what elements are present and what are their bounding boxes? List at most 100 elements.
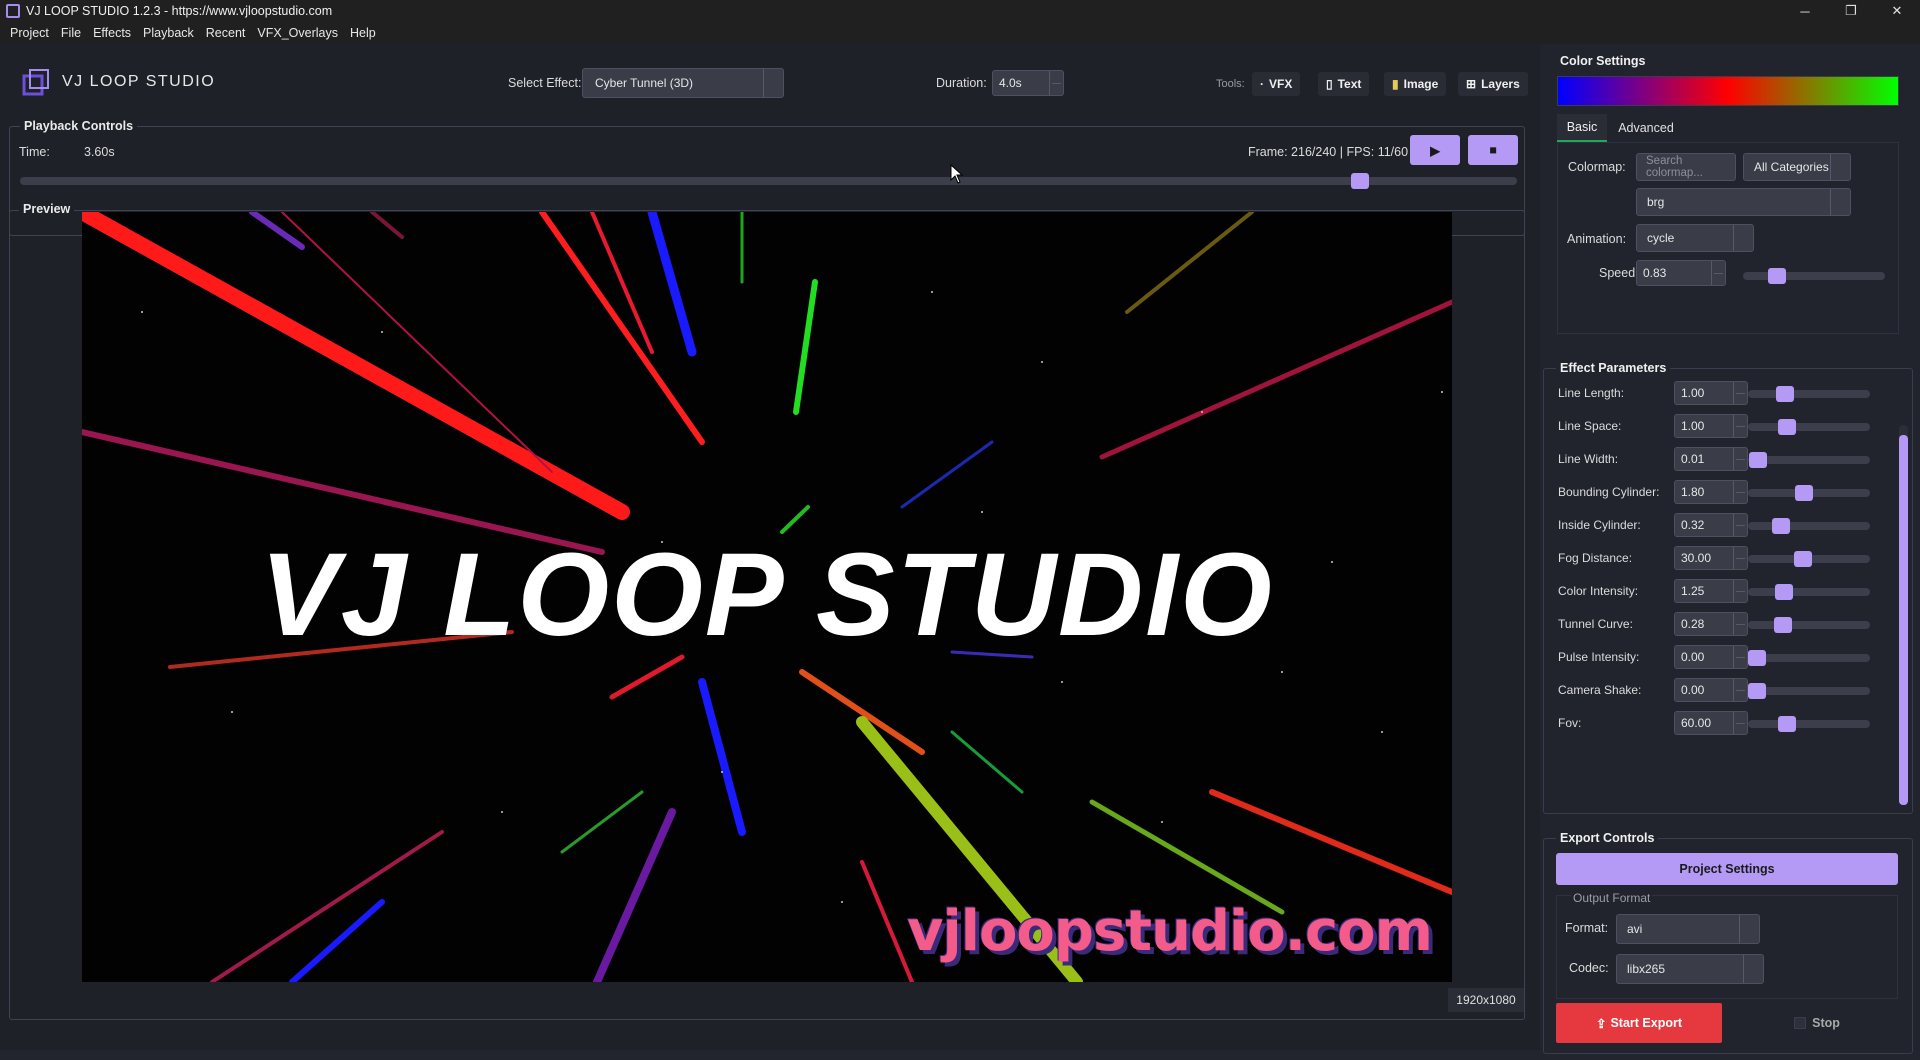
menu-vfx-overlays[interactable]: VFX_Overlays (251, 26, 344, 40)
param-input[interactable]: 1.00 (1674, 414, 1748, 438)
param-input[interactable]: 30.00 (1674, 546, 1748, 570)
preview-canvas[interactable]: VJ LOOP STUDIO vjloopstudio.com (82, 212, 1452, 982)
param-slider-handle[interactable] (1774, 617, 1792, 633)
param-input[interactable]: 0.00 (1674, 645, 1748, 669)
param-slider[interactable] (1748, 386, 1870, 402)
preview-title: Preview (19, 202, 75, 216)
minimize-button[interactable]: ─ (1782, 0, 1828, 22)
param-slider-handle[interactable] (1795, 485, 1813, 501)
colormap-search-input[interactable]: Search colormap... (1636, 153, 1736, 181)
play-icon: ▶ (1430, 143, 1440, 158)
spin-arrows-icon[interactable] (1733, 613, 1747, 635)
param-input[interactable]: 0.28 (1674, 612, 1748, 636)
param-input[interactable]: 1.00 (1674, 381, 1748, 405)
speed-input[interactable]: 0.83 (1636, 260, 1726, 286)
param-input[interactable]: 0.00 (1674, 678, 1748, 702)
param-label: Inside Cylinder: (1558, 518, 1641, 532)
spin-arrows-icon[interactable] (1733, 481, 1747, 503)
animation-select[interactable]: cycle (1636, 224, 1754, 252)
param-slider-handle[interactable] (1772, 518, 1790, 534)
category-select[interactable]: All Categories (1743, 153, 1851, 181)
param-slider[interactable] (1748, 650, 1870, 666)
spin-arrows-icon[interactable] (1733, 514, 1747, 536)
export-controls-panel: Export Controls Project Settings Output … (1543, 831, 1913, 1054)
param-slider-handle[interactable] (1778, 419, 1796, 435)
param-value: 1.00 (1681, 386, 1705, 400)
colormap-select[interactable]: brg (1636, 188, 1851, 216)
window-controls: ─ ❐ ✕ (1782, 0, 1920, 22)
param-input[interactable]: 0.32 (1674, 513, 1748, 537)
spin-arrows-icon[interactable] (1733, 646, 1747, 668)
window-title: VJ LOOP STUDIO 1.2.3 - https://www.vjloo… (26, 4, 333, 18)
vfx-button[interactable]: · VFX (1252, 72, 1301, 96)
main-content: VJ LOOP STUDIO Select Effect: Cyber Tunn… (0, 44, 1920, 1054)
param-slider-handle[interactable] (1778, 716, 1796, 732)
tab-basic[interactable]: Basic (1557, 114, 1607, 142)
spin-arrows-icon[interactable] (1733, 448, 1747, 470)
format-select[interactable]: avi (1616, 914, 1760, 944)
play-button[interactable]: ▶ (1410, 135, 1460, 165)
spin-arrows-icon[interactable] (1733, 415, 1747, 437)
param-slider[interactable] (1748, 617, 1870, 633)
param-value: 0.01 (1681, 452, 1705, 466)
param-slider[interactable] (1748, 485, 1870, 501)
param-slider[interactable] (1748, 584, 1870, 600)
spin-arrows-icon[interactable] (1733, 712, 1747, 734)
spin-arrows-icon[interactable] (1733, 580, 1747, 602)
param-slider[interactable] (1748, 551, 1870, 567)
start-export-button[interactable]: ⇪ Start Export (1556, 1003, 1722, 1043)
title-bar: VJ LOOP STUDIO 1.2.3 - https://www.vjloo… (0, 0, 1920, 22)
parameters-scrollbar-thumb[interactable] (1899, 435, 1908, 805)
param-slider[interactable] (1748, 452, 1870, 468)
layers-button[interactable]: ⊞ Layers (1458, 72, 1528, 96)
param-slider-handle[interactable] (1749, 452, 1767, 468)
param-slider-handle[interactable] (1748, 683, 1766, 699)
close-button[interactable]: ✕ (1874, 0, 1920, 22)
spin-arrows-icon[interactable] (1711, 261, 1725, 285)
spin-arrows-icon[interactable] (1733, 679, 1747, 701)
param-input[interactable]: 1.25 (1674, 579, 1748, 603)
tab-advanced[interactable]: Advanced (1611, 114, 1681, 142)
text-button[interactable]: ▯ Text (1318, 72, 1370, 96)
chevron-down-icon (1830, 189, 1850, 215)
spin-arrows-icon[interactable] (1049, 71, 1063, 95)
param-slider-handle[interactable] (1775, 584, 1793, 600)
param-slider[interactable] (1748, 419, 1870, 435)
codec-select[interactable]: libx265 (1616, 954, 1764, 984)
menu-playback[interactable]: Playback (137, 26, 200, 40)
timeline-slider[interactable] (20, 173, 1517, 189)
param-slider[interactable] (1748, 683, 1870, 699)
app-icon (6, 4, 20, 18)
menu-effects[interactable]: Effects (87, 26, 137, 40)
stop-export-button[interactable]: Stop (1734, 1003, 1900, 1043)
image-icon: ▮ (1392, 77, 1399, 91)
export-controls-title: Export Controls (1556, 831, 1659, 845)
param-slider-handle[interactable] (1748, 650, 1766, 666)
spin-arrows-icon[interactable] (1733, 382, 1747, 404)
param-label: Line Space: (1558, 419, 1622, 433)
param-input[interactable]: 0.01 (1674, 447, 1748, 471)
param-input[interactable]: 60.00 (1674, 711, 1748, 735)
param-input[interactable]: 1.80 (1674, 480, 1748, 504)
menu-project[interactable]: Project (4, 26, 55, 40)
colormap-select-value: brg (1647, 195, 1665, 209)
speed-slider-handle[interactable] (1768, 268, 1786, 284)
param-slider[interactable] (1748, 518, 1870, 534)
spin-arrows-icon[interactable] (1733, 547, 1747, 569)
param-slider-handle[interactable] (1794, 551, 1812, 567)
parameters-scrollbar[interactable] (1899, 425, 1908, 805)
duration-input[interactable]: 4.0s (992, 70, 1064, 96)
param-slider-handle[interactable] (1776, 386, 1794, 402)
effect-select[interactable]: Cyber Tunnel (3D) (582, 68, 784, 98)
menu-help[interactable]: Help (344, 26, 382, 40)
param-slider[interactable] (1748, 716, 1870, 732)
menu-recent[interactable]: Recent (200, 26, 252, 40)
speed-slider[interactable] (1743, 268, 1885, 284)
stop-button[interactable]: ■ (1468, 135, 1518, 165)
maximize-button[interactable]: ❐ (1828, 0, 1874, 22)
timeline-handle[interactable] (1351, 173, 1369, 189)
cursor-icon (950, 164, 964, 184)
image-button[interactable]: ▮ Image (1384, 72, 1447, 96)
project-settings-button[interactable]: Project Settings (1556, 853, 1898, 885)
menu-file[interactable]: File (55, 26, 87, 40)
